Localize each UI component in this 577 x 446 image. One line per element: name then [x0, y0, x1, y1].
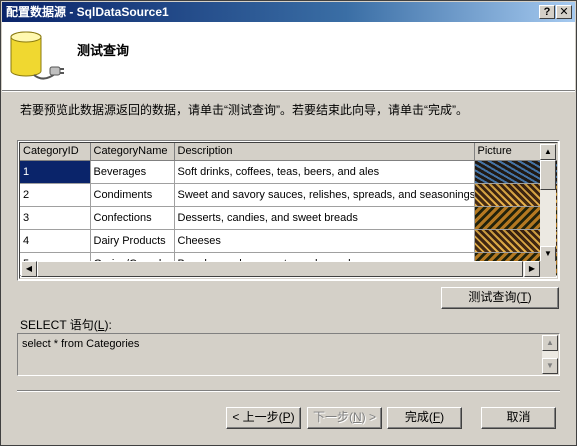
sql-scrollbar[interactable]: ▲ ▼	[542, 335, 558, 374]
scroll-up-icon[interactable]: ▲	[542, 335, 558, 351]
cell-category-name[interactable]: Confections	[90, 206, 175, 230]
previous-button[interactable]: < 上一步(P)	[226, 407, 301, 429]
grid-vertical-scrollbar[interactable]: ▲ ▼	[540, 144, 556, 262]
scroll-down-icon[interactable]: ▼	[540, 246, 556, 262]
close-button[interactable]: ✕	[556, 5, 572, 19]
scroll-right-icon[interactable]: ▶	[524, 261, 540, 277]
scroll-corner	[540, 261, 556, 277]
window-title: 配置数据源 - SqlDataSource1	[6, 5, 169, 19]
wizard-header: 测试查询	[2, 22, 575, 91]
cell-category-name[interactable]: Condiments	[90, 183, 175, 207]
cell-description[interactable]: Sweet and savory sauces, relishes, sprea…	[174, 183, 475, 207]
cell-category-id[interactable]: 1	[20, 160, 91, 184]
configure-datasource-dialog: 配置数据源 - SqlDataSource1 ? ✕ 测试查询 若要预览此数据源…	[0, 0, 577, 446]
cell-category-id[interactable]: 3	[20, 206, 91, 230]
scroll-thumb[interactable]	[540, 160, 556, 190]
table-row[interactable]: 4 Dairy Products Cheeses	[20, 229, 557, 253]
instruction-text: 若要预览此数据源返回的数据，请单击“测试查询”。若要结束此向导，请单击“完成”。	[20, 103, 468, 117]
results-grid[interactable]: CategoryID CategoryName Description Pict…	[17, 140, 560, 281]
cancel-button[interactable]: 取消	[481, 407, 556, 429]
cell-description[interactable]: Soft drinks, coffees, teas, beers, and a…	[174, 160, 475, 184]
header-row: CategoryID CategoryName Description Pict…	[20, 143, 557, 161]
cell-description[interactable]: Cheeses	[174, 229, 475, 253]
scroll-left-icon[interactable]: ◀	[21, 261, 37, 277]
header-divider	[2, 91, 575, 92]
grid-horizontal-scrollbar[interactable]: ◀ ▶	[21, 261, 540, 277]
column-header[interactable]: CategoryName	[90, 143, 175, 161]
column-header[interactable]: Description	[174, 143, 475, 161]
cell-category-id[interactable]: 4	[20, 229, 91, 253]
title-bar: 配置数据源 - SqlDataSource1 ? ✕	[2, 2, 575, 22]
cell-description[interactable]: Desserts, candies, and sweet breads	[174, 206, 475, 230]
cell-category-name[interactable]: Dairy Products	[90, 229, 175, 253]
sql-statement-field[interactable]: select * from Categories ▲ ▼	[17, 333, 560, 376]
sql-statement-label: SELECT 语句(L):	[20, 318, 112, 332]
results-table: CategoryID CategoryName Description Pict…	[20, 143, 557, 276]
scroll-down-icon[interactable]: ▼	[542, 358, 558, 374]
test-query-button[interactable]: 测试查询(T)	[441, 287, 559, 309]
finish-button[interactable]: 完成(F)	[387, 407, 462, 429]
column-header[interactable]: CategoryID	[20, 143, 91, 161]
cell-category-id[interactable]: 2	[20, 183, 91, 207]
database-icon	[10, 31, 64, 80]
scroll-thumb[interactable]	[37, 261, 523, 277]
footer-divider	[17, 390, 560, 392]
table-row[interactable]: 2 Condiments Sweet and savory sauces, re…	[20, 183, 557, 207]
cell-category-name[interactable]: Beverages	[90, 160, 175, 184]
table-row[interactable]: 1 Beverages Soft drinks, coffees, teas, …	[20, 160, 557, 184]
next-button[interactable]: 下一步(N) >	[307, 407, 382, 429]
table-row[interactable]: 3 Confections Desserts, candies, and swe…	[20, 206, 557, 230]
sql-statement-text: select * from Categories	[22, 338, 140, 350]
help-button[interactable]: ?	[539, 5, 555, 19]
page-title: 测试查询	[77, 43, 130, 58]
scroll-up-icon[interactable]: ▲	[540, 144, 556, 160]
